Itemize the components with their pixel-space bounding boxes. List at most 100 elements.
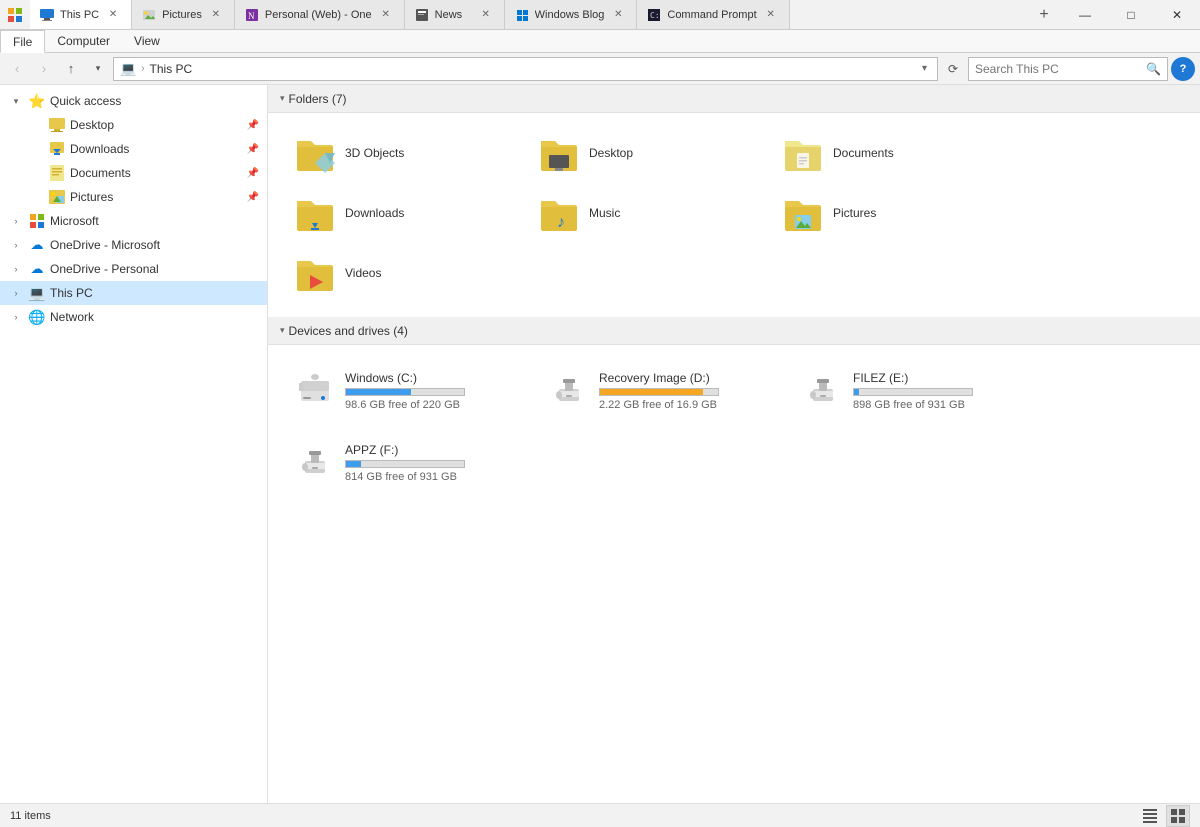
sidebar-item-onedrive-personal[interactable]: › ☁ OneDrive - Personal (0, 257, 267, 281)
folder-item-3d-objects[interactable]: 3D Objects (286, 125, 526, 181)
folder-name: Music (589, 206, 620, 220)
folder-info: 3D Objects (345, 146, 404, 160)
drive-icon (549, 371, 589, 411)
drives-content: Windows (C:) 98.6 GB free of 220 GB Reco… (268, 345, 1200, 509)
sidebar-item-pictures[interactable]: Pictures 📌 (20, 185, 267, 209)
sidebar-item-network[interactable]: › 🌐 Network (0, 305, 267, 329)
tab-close-button[interactable]: ✕ (478, 7, 494, 23)
drive-bar-fill (346, 461, 361, 467)
drive-bar-fill (346, 389, 411, 395)
recent-button[interactable]: ▾ (86, 57, 110, 81)
drive-name: FILEZ (E:) (853, 371, 1035, 385)
sidebar-item-onedrive-ms[interactable]: › ☁ OneDrive - Microsoft (0, 233, 267, 257)
folder-item-music[interactable]: ♪ Music (530, 185, 770, 241)
sidebar-label-this-pc: This PC (50, 286, 259, 300)
search-input[interactable] (975, 62, 1142, 76)
forward-button[interactable]: › (32, 57, 56, 81)
drive-bar (599, 388, 719, 396)
close-button[interactable]: ✕ (1154, 0, 1200, 30)
view-toggle (1138, 805, 1190, 827)
quickaccess-icon: ⭐ (28, 92, 46, 110)
tab-onenote[interactable]: N Personal (Web) - One ✕ (235, 0, 405, 29)
folder-name: Downloads (345, 206, 404, 220)
folder-item-pictures[interactable]: Pictures (774, 185, 1014, 241)
sidebar-item-this-pc[interactable]: › 💻 This PC (0, 281, 267, 305)
drive-icon (803, 371, 843, 411)
folder-name: 3D Objects (345, 146, 404, 160)
folder-icon (295, 253, 335, 293)
ribbon-tab-view[interactable]: View (122, 30, 172, 52)
sidebar-label-desktop: Desktop (70, 118, 243, 132)
address-dropdown[interactable]: ▾ (918, 63, 931, 74)
folders-content: 3D Objects Desktop Documents Downloads ♪… (268, 113, 1200, 313)
sidebar-item-microsoft[interactable]: › Microsoft (0, 209, 267, 233)
drive-item-filez--e:-[interactable]: FILEZ (E:) 898 GB free of 931 GB (794, 357, 1044, 425)
help-button[interactable]: ? (1171, 57, 1195, 81)
tab-close-button[interactable]: ✕ (763, 7, 779, 23)
sidebar-item-downloads[interactable]: Downloads 📌 (20, 137, 267, 161)
tab-label: This PC (60, 9, 99, 21)
window-controls: — □ ✕ (1062, 0, 1200, 29)
tab-close-button[interactable]: ✕ (378, 7, 394, 23)
large-icons-view-button[interactable] (1166, 805, 1190, 827)
tab-icon (415, 8, 429, 22)
folder-item-downloads[interactable]: Downloads (286, 185, 526, 241)
folders-section-header[interactable]: ▾ Folders (7) (268, 85, 1200, 113)
drive-name: Windows (C:) (345, 371, 527, 385)
minimize-button[interactable]: — (1062, 0, 1108, 30)
tab-icon: N (245, 8, 259, 22)
up-button[interactable]: ↑ (59, 57, 83, 81)
sidebar-item-quick-access[interactable]: ▾ ⭐ Quick access (0, 89, 267, 113)
statusbar: 11 items (0, 803, 1200, 827)
tab-close-button[interactable]: ✕ (105, 7, 121, 23)
new-tab-button[interactable]: + (1026, 0, 1062, 29)
sidebar-label-pictures: Pictures (70, 190, 243, 204)
svg-text:N: N (248, 11, 255, 21)
drive-bar (345, 460, 465, 468)
drive-name: Recovery Image (D:) (599, 371, 781, 385)
drives-section-header[interactable]: ▾ Devices and drives (4) (268, 317, 1200, 345)
tab-close-button[interactable]: ✕ (610, 7, 626, 23)
pin-icon: 📌 (247, 120, 259, 131)
back-button[interactable]: ‹ (5, 57, 29, 81)
drive-item-recovery-image--d:-[interactable]: Recovery Image (D:) 2.22 GB free of 16.9… (540, 357, 790, 425)
folder-icon (783, 133, 823, 173)
expand-icon: ▾ (8, 96, 24, 107)
tab-close-button[interactable]: ✕ (208, 7, 224, 23)
folder-item-desktop[interactable]: Desktop (530, 125, 770, 181)
ribbon-tab-file[interactable]: File (0, 30, 45, 53)
folder-icon (783, 193, 823, 233)
quick-access-items: Desktop 📌 Downloads 📌 Documents 📌 (0, 113, 267, 209)
folder-info: Pictures (833, 206, 876, 220)
drive-item-appz--f:-[interactable]: APPZ (F:) 814 GB free of 931 GB (286, 429, 536, 497)
sidebar-label-network: Network (50, 310, 259, 324)
tab-windows-blog[interactable]: Windows Blog ✕ (505, 0, 638, 29)
tab-pictures[interactable]: Pictures ✕ (132, 0, 235, 29)
ribbon-tab-computer[interactable]: Computer (45, 30, 122, 52)
drive-item-windows--c:-[interactable]: Windows (C:) 98.6 GB free of 220 GB (286, 357, 536, 425)
tab-this-pc[interactable]: This PC ✕ (30, 0, 132, 29)
ribbon: FileComputerView (0, 30, 1200, 53)
sidebar-label-downloads: Downloads (70, 142, 243, 156)
folder-icon: ♪ (539, 193, 579, 233)
address-box[interactable]: 💻 › This PC ▾ (113, 57, 938, 81)
refresh-button[interactable]: ⟳ (941, 57, 965, 81)
addressbar: ‹ › ↑ ▾ 💻 › This PC ▾ ⟳ 🔍 ? (0, 53, 1200, 85)
maximize-button[interactable]: □ (1108, 0, 1154, 30)
folder-icon (539, 133, 579, 173)
folder-item-videos[interactable]: Videos (286, 245, 526, 301)
sidebar-item-desktop[interactable]: Desktop 📌 (20, 113, 267, 137)
drive-free-space: 98.6 GB free of 220 GB (345, 399, 527, 411)
tab-icon (40, 8, 54, 22)
tab-cmd[interactable]: C: Command Prompt ✕ (637, 0, 789, 29)
sidebar-item-documents[interactable]: Documents 📌 (20, 161, 267, 185)
folder-icon (295, 193, 335, 233)
details-view-button[interactable] (1138, 805, 1162, 827)
tab-icon: C: (647, 8, 661, 22)
tab-news[interactable]: News ✕ (405, 0, 505, 29)
folder-item-documents[interactable]: Documents (774, 125, 1014, 181)
svg-text:C:: C: (650, 11, 660, 20)
search-box[interactable]: 🔍 (968, 57, 1168, 81)
breadcrumb-label: This PC (150, 62, 193, 76)
drive-bar-fill (600, 389, 703, 395)
